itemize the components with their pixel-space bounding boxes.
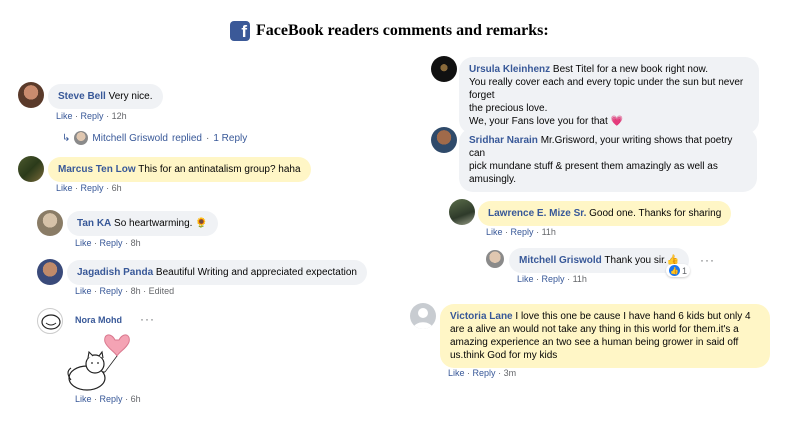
like-button[interactable]: Like: [75, 286, 92, 296]
comment-bubble: Tan KA So heartwarming. 🌻: [67, 211, 218, 236]
avatar[interactable]: [486, 250, 504, 268]
comment-actions: Like · Reply · 12h: [56, 111, 127, 121]
comment-bubble: Marcus Ten Low This for an antinatalism …: [48, 157, 311, 182]
reply-count: 1 Reply: [213, 132, 248, 144]
comment-text: So heartwarming.: [114, 218, 193, 229]
comment-text: amazing experience an two see a human be…: [450, 337, 739, 348]
comment-bubble: Mitchell Griswold Thank you sir.👍: [509, 248, 690, 273]
comment-bubble: Jagadish Panda Beautiful Writing and app…: [67, 260, 367, 285]
like-button[interactable]: Like: [56, 111, 73, 121]
timestamp: 11h: [541, 227, 556, 237]
comment-bubble: Lawrence E. Mize Sr. Good one. Thanks fo…: [478, 201, 732, 226]
commenter-name[interactable]: Lawrence E. Mize Sr.: [488, 208, 586, 219]
avatar[interactable]: [431, 127, 457, 153]
comment-text: us.think God for my kids: [450, 350, 558, 361]
comment-bubble: Steve Bell Very nice.: [48, 84, 163, 109]
comment-bubble: Ursula Kleinhenz Best Titel for a new bo…: [459, 57, 759, 134]
reaction-summary[interactable]: 👍 1: [666, 264, 691, 277]
comment-text: I love this one be cause I have hand 6 k…: [515, 311, 751, 322]
comment-actions: Like · Reply · 8h: [75, 238, 141, 248]
comment-bubble: Victoria Lane I love this one be cause I…: [440, 304, 770, 368]
avatar[interactable]: [37, 308, 63, 334]
commenter-name[interactable]: Ursula Kleinhenz: [469, 64, 550, 75]
avatar[interactable]: [37, 210, 63, 236]
comment-text: Best Titel for a new book right now.: [552, 64, 709, 75]
reply-button[interactable]: Reply: [81, 183, 104, 193]
facebook-icon: f: [230, 21, 250, 41]
timestamp: 8h: [130, 286, 141, 296]
commenter-name[interactable]: Sridhar Narain: [469, 135, 538, 146]
comment-text: are a alive an would not take any thing …: [450, 324, 739, 335]
like-button[interactable]: Like: [486, 227, 503, 237]
timestamp: 12h: [111, 111, 127, 121]
like-button[interactable]: Like: [75, 394, 92, 404]
comment-bubble: Sridhar Narain Mr.Grisword, your writing…: [459, 128, 757, 192]
replier-name: Mitchell Griswold: [92, 132, 168, 144]
like-button[interactable]: Like: [75, 238, 92, 248]
avatar[interactable]: [37, 259, 63, 285]
comment-text: This for an antinatalism group? haha: [138, 164, 301, 175]
page-title: FaceBook readers comments and remarks:: [256, 22, 549, 39]
timestamp: 6h: [130, 394, 141, 404]
cat-with-heart-balloon-sticker: [65, 328, 135, 394]
comment-text: Beautiful Writing and appreciated expect…: [155, 267, 357, 278]
like-button[interactable]: Like: [56, 183, 73, 193]
commenter-name[interactable]: Tan KA: [77, 218, 111, 229]
reply-button[interactable]: Reply: [100, 286, 123, 296]
page-header: f FaceBook readers comments and remarks:: [230, 20, 549, 42]
more-options-icon[interactable]: ···: [700, 253, 715, 267]
reaction-count: 1: [682, 265, 688, 276]
comment-text: pick mundane stuff & present them amazin…: [469, 161, 718, 172]
more-options-icon[interactable]: ···: [140, 312, 155, 326]
avatar[interactable]: [18, 82, 44, 108]
commenter-name[interactable]: Jagadish Panda: [77, 267, 153, 278]
reply-arrow-icon: ↳: [62, 132, 71, 144]
comment-actions: Like · Reply · 8h · Edited: [75, 286, 175, 296]
avatar[interactable]: [449, 199, 475, 225]
comment-text: Good one. Thanks for sharing: [589, 208, 722, 219]
avatar-drawing: [41, 314, 61, 330]
comment-text: You really cover each and every topic un…: [469, 77, 744, 101]
comment-actions: Like · Reply · 11h: [486, 227, 556, 237]
avatar[interactable]: [18, 156, 44, 182]
avatar[interactable]: [410, 303, 436, 329]
timestamp: 8h: [130, 238, 141, 248]
commenter-name[interactable]: Mitchell Griswold: [519, 255, 602, 266]
reply-button[interactable]: Reply: [100, 238, 123, 248]
comment-text: Thank you sir.: [604, 255, 667, 266]
commenter-name[interactable]: Steve Bell: [58, 91, 106, 102]
comment-text: amusingly.: [469, 174, 517, 185]
timestamp: 11h: [572, 274, 587, 284]
like-button[interactable]: Like: [448, 368, 465, 378]
reply-button[interactable]: Reply: [473, 368, 496, 378]
replied-text: replied: [171, 132, 202, 144]
comment-actions: Like · Reply · 3m: [448, 368, 517, 378]
comment-text: We, your Fans love you for that: [469, 116, 608, 127]
like-reaction-icon: 👍: [669, 265, 680, 276]
like-button[interactable]: Like: [517, 274, 534, 284]
commenter-name[interactable]: Nora Mohd: [75, 315, 122, 325]
comment-text: the precious love.: [469, 103, 548, 114]
reply-button[interactable]: Reply: [81, 111, 104, 121]
timestamp: 6h: [111, 183, 122, 193]
comment-actions: Like · Reply · 6h: [75, 394, 141, 404]
commenter-name[interactable]: Victoria Lane: [450, 311, 513, 322]
reply-button[interactable]: Reply: [511, 227, 534, 237]
sunflower-icon: 🌻: [195, 218, 208, 229]
edited-label: Edited: [148, 286, 175, 296]
commenter-name[interactable]: Marcus Ten Low: [58, 164, 136, 175]
timestamp: 3m: [503, 368, 517, 378]
comment-actions: Like · Reply · 6h: [56, 183, 122, 193]
heart-icon: 💗: [610, 116, 624, 127]
view-replies-link[interactable]: ↳ Mitchell Griswold replied · 1 Reply: [62, 131, 247, 145]
reply-button[interactable]: Reply: [542, 274, 565, 284]
reply-button[interactable]: Reply: [100, 394, 123, 404]
default-user-icon: [413, 308, 433, 329]
avatar: [74, 131, 89, 145]
comment-actions: Like · Reply · 11h: [517, 274, 587, 284]
comment-text: Very nice.: [108, 91, 153, 102]
avatar[interactable]: [431, 56, 457, 82]
